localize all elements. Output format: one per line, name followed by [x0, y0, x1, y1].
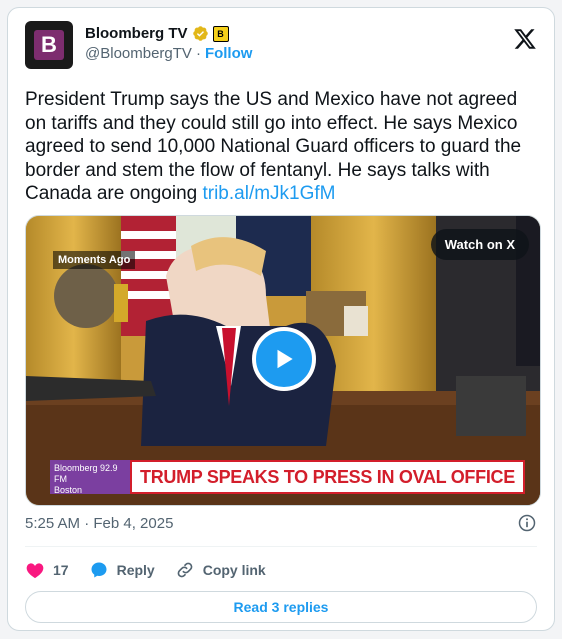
avatar-logo: B	[34, 30, 64, 60]
video-player[interactable]: Watch on X Moments Ago Bloomberg 92.9 FM…	[25, 215, 541, 506]
copy-link-label: Copy link	[202, 562, 266, 578]
like-button[interactable]: 17	[25, 560, 69, 580]
headline-banner: TRUMP SPEAKS TO PRESS IN OVAL OFFICE	[130, 460, 525, 494]
copy-link-button[interactable]: Copy link	[175, 560, 266, 580]
divider	[25, 546, 537, 547]
tweet-text: President Trump says the US and Mexico h…	[25, 88, 540, 206]
avatar[interactable]: B	[25, 21, 73, 69]
tweet-header: B Bloomberg TV B @BloombergTV · Follow	[25, 21, 537, 71]
channel-label-line1: Bloomberg 92.9 FM	[54, 463, 118, 484]
follow-button[interactable]: Follow	[205, 45, 253, 62]
like-count: 17	[53, 562, 69, 578]
affiliate-badge-icon: B	[212, 25, 229, 42]
play-icon	[277, 349, 293, 369]
account-name[interactable]: Bloomberg TV	[85, 25, 188, 42]
info-icon[interactable]	[517, 513, 537, 533]
play-button[interactable]	[252, 327, 316, 391]
reply-icon	[91, 562, 107, 578]
handle-separator: ·	[195, 45, 201, 62]
verified-badge-icon	[192, 26, 208, 41]
action-bar: 17 Reply Copy link	[25, 555, 266, 585]
account-handle[interactable]: @BloombergTV	[85, 45, 192, 62]
channel-label-line2: Boston	[54, 485, 83, 495]
tweet-link[interactable]: trib.al/mJk1GfM	[202, 183, 335, 204]
read-replies-button[interactable]: Read 3 replies	[25, 591, 537, 623]
watch-on-x-button[interactable]: Watch on X	[430, 229, 529, 260]
lower-third: Bloomberg 92.9 FM Boston TRUMP SPEAKS TO…	[50, 460, 525, 495]
reply-button[interactable]: Reply	[89, 560, 155, 580]
account-names: Bloomberg TV B @BloombergTV · Follow	[85, 25, 252, 62]
reply-label: Reply	[116, 562, 155, 578]
channel-label: Bloomberg 92.9 FM Boston	[50, 460, 130, 495]
tweet-card: B Bloomberg TV B @BloombergTV · Follow P…	[7, 7, 555, 631]
tweet-timestamp[interactable]: 5:25 AM · Feb 4, 2025	[25, 515, 173, 532]
x-logo-icon[interactable]	[513, 27, 537, 51]
link-icon	[177, 562, 193, 578]
moments-ago-label: Moments Ago	[53, 251, 136, 269]
heart-icon	[26, 563, 44, 579]
